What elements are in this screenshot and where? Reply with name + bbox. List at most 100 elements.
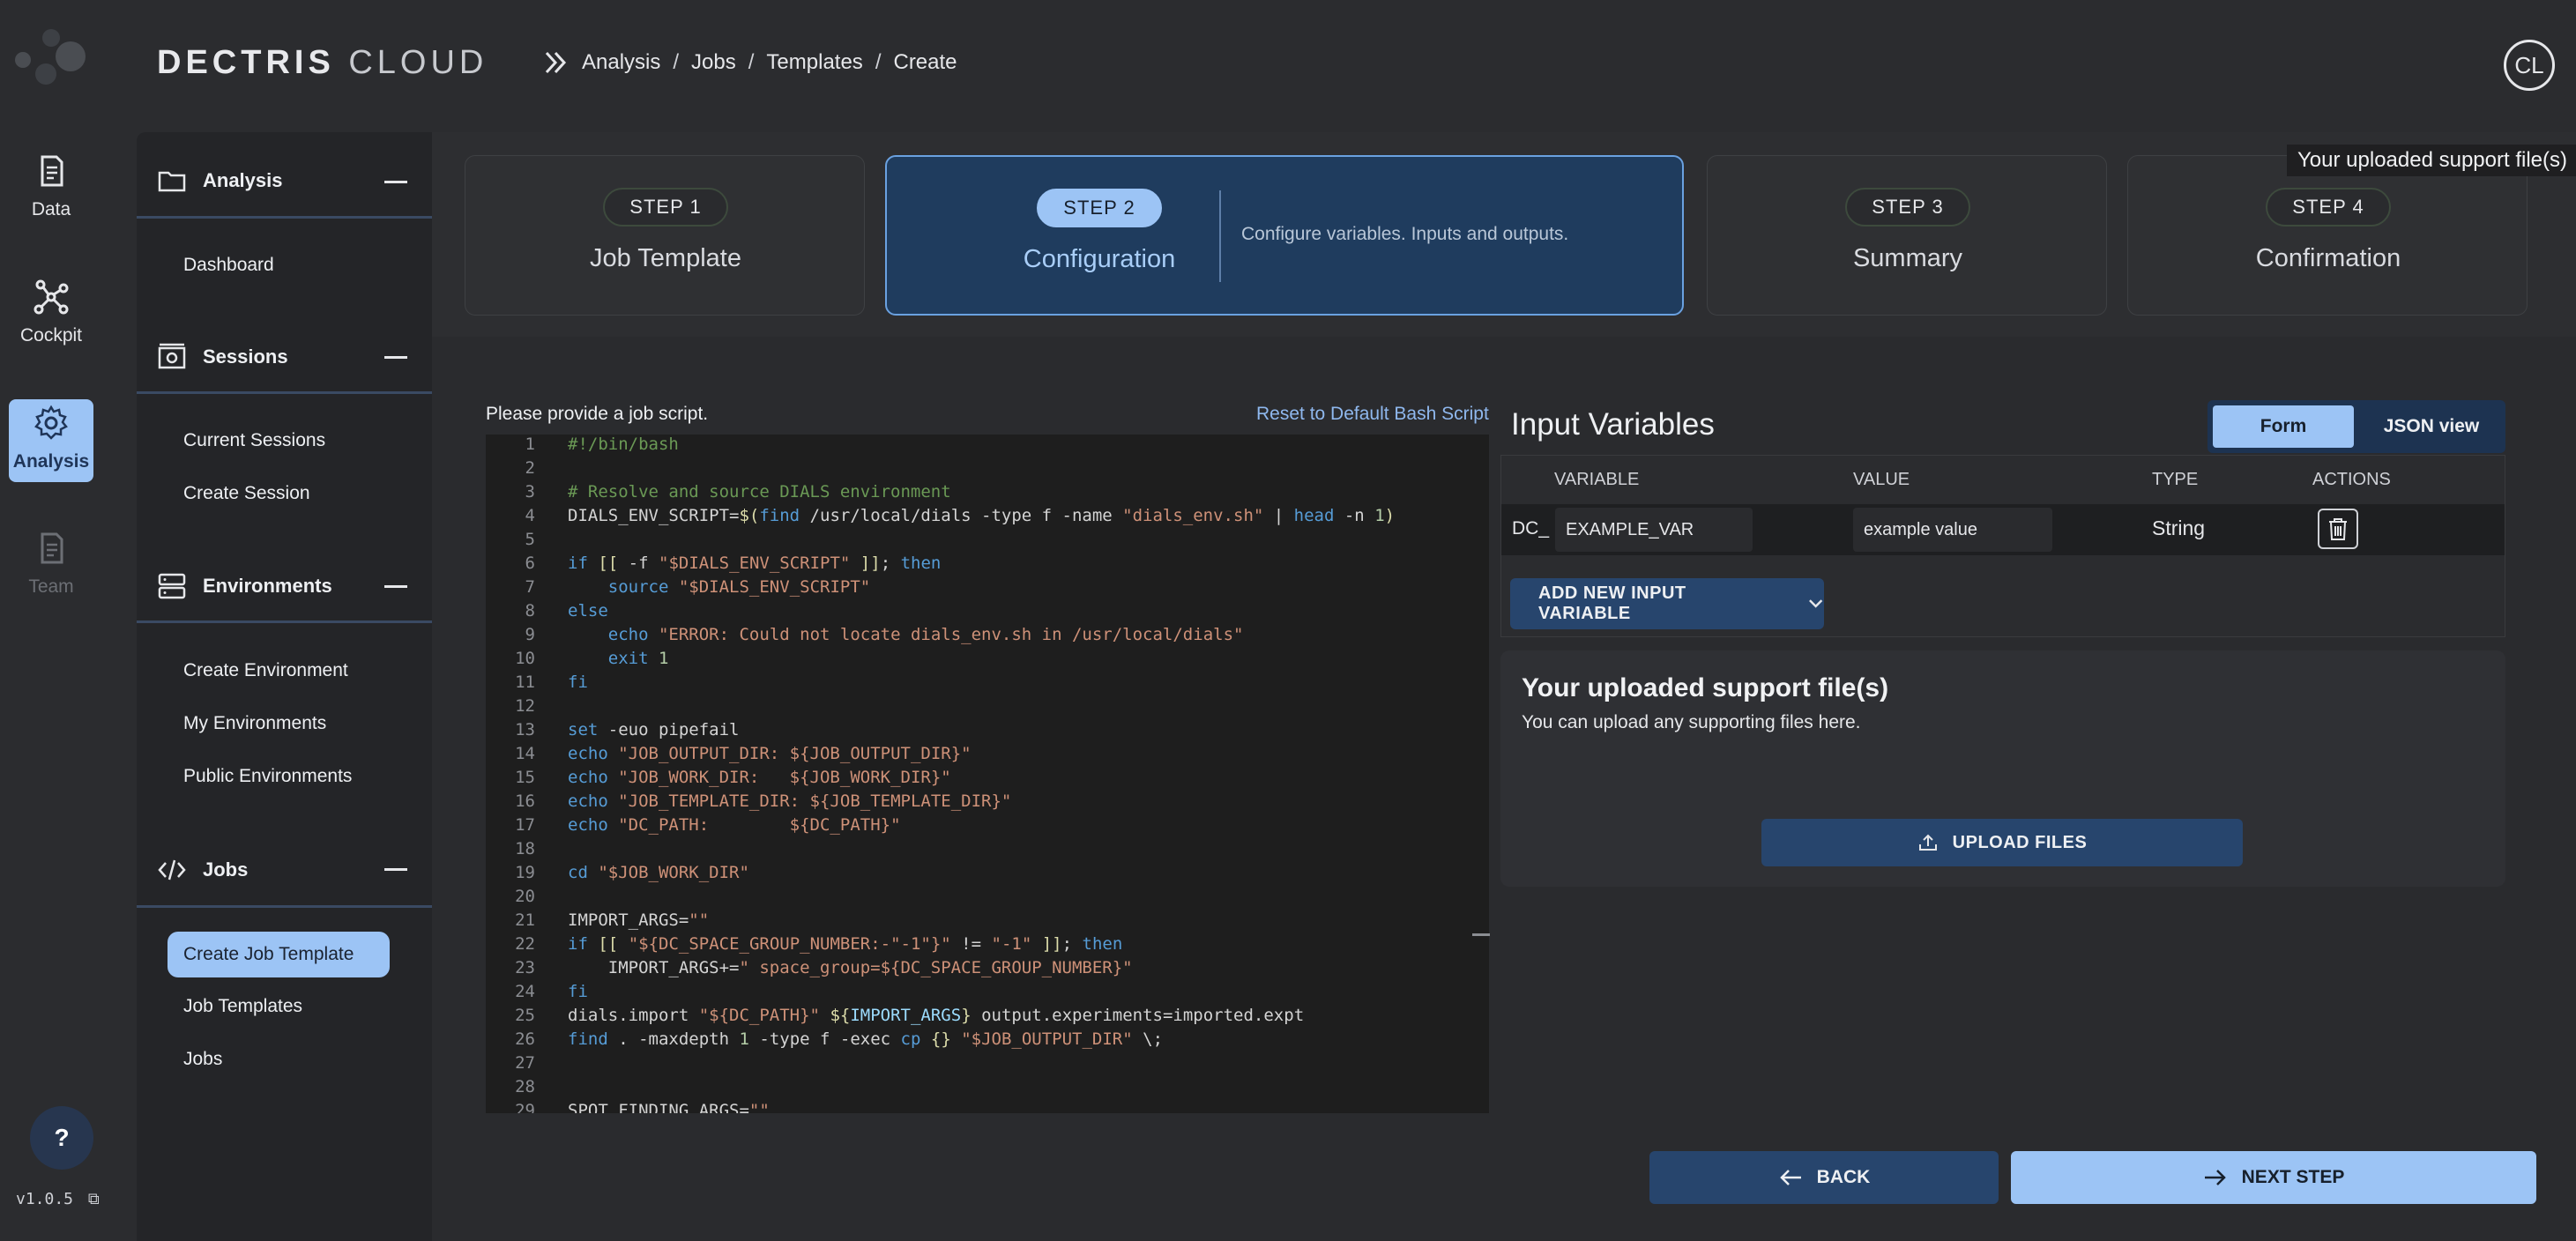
column-header-value: VALUE (1853, 470, 1910, 489)
breadcrumb-separator: / (748, 50, 755, 74)
variable-value-input[interactable]: example value (1853, 508, 2052, 552)
breadcrumb: Analysis / Jobs / Templates / Create (543, 49, 957, 76)
sidebar-item-create-job-template[interactable]: Create Job Template (168, 932, 390, 977)
rail-item-team[interactable]: Team (9, 529, 93, 598)
upload-subtitle: You can upload any supporting files here… (1522, 712, 1861, 732)
line-number: 4 (525, 506, 535, 525)
sidebar-section-sessions[interactable]: Sessions (157, 342, 288, 372)
form-view-button[interactable]: Form (2213, 405, 2354, 448)
brand-bold: DECTRIS (157, 44, 335, 81)
code-line: 11 fi (486, 673, 1473, 696)
back-label: BACK (1816, 1167, 1871, 1187)
json-view-button[interactable]: JSON view (2363, 405, 2500, 448)
code-line: 25 dials.import "${DC_PATH}" ${IMPORT_ARG… (486, 1006, 1473, 1029)
next-step-button[interactable]: NEXT STEP (2011, 1151, 2536, 1204)
code-line: 20 (486, 887, 1473, 910)
sidebar-section-environments[interactable]: Environments (157, 571, 332, 601)
version-label[interactable]: v1.0.5 ⧉ (16, 1190, 100, 1208)
breadcrumb-jobs[interactable]: Jobs (691, 50, 736, 75)
step-title: Job Template (590, 244, 741, 272)
rail-label: Data (31, 199, 71, 219)
line-number: 8 (525, 601, 535, 620)
step-badge: STEP 1 (603, 188, 728, 227)
step-3[interactable]: STEP 3 Summary (1707, 155, 2107, 316)
breadcrumb-templates[interactable]: Templates (766, 50, 862, 75)
line-number: 21 (515, 910, 535, 930)
collapse-icon[interactable] (384, 585, 407, 588)
code-editor[interactable]: 1 #!/bin/bash 2 3 # Resolve and source DIA… (486, 435, 1489, 1113)
rail-label: Cockpit (19, 325, 83, 346)
breadcrumb-analysis[interactable]: Analysis (582, 50, 660, 75)
step-badge: STEP 3 (1845, 188, 1970, 227)
code-line: 23 IMPORT_ARGS+=" space_group=${DC_SPACE… (486, 958, 1473, 982)
rail-item-analysis[interactable]: Analysis (9, 404, 93, 472)
code-line: 29 SPOT_FINDING_ARGS="" (486, 1101, 1473, 1113)
sidebar (137, 132, 432, 1241)
code-line: 16 echo "JOB_TEMPLATE_DIR: ${JOB_TEMPLATE… (486, 791, 1473, 815)
section-title: Environments (203, 575, 332, 597)
line-number: 19 (515, 863, 535, 882)
user-avatar[interactable]: CL (2504, 40, 2555, 91)
sidebar-item-job-templates[interactable]: Job Templates (183, 996, 302, 1017)
editor-scrollbar[interactable] (1472, 933, 1490, 936)
brand-wordmark[interactable]: DECTRIS CLOUD (157, 44, 488, 82)
back-button[interactable]: BACK (1649, 1151, 1999, 1204)
step-description: Configure variables. Inputs and outputs. (1241, 224, 1569, 244)
variable-prefix: DC_ (1512, 518, 1550, 539)
sidebar-item-create-session[interactable]: Create Session (183, 483, 310, 504)
upload-files-label: UPLOAD FILES (1952, 832, 2088, 852)
line-number: 27 (515, 1053, 535, 1073)
folder-icon (158, 171, 186, 192)
section-divider (137, 905, 432, 908)
collapse-icon[interactable] (384, 356, 407, 359)
code-line: 1 #!/bin/bash (486, 435, 1473, 458)
code-line: 4 DIALS_ENV_SCRIPT=$(find /usr/local/dial… (486, 506, 1473, 530)
rail-item-data[interactable]: Data (9, 152, 93, 220)
app-logo-icon (15, 29, 86, 85)
line-number: 23 (515, 958, 535, 977)
variable-type[interactable]: String (2152, 516, 2205, 540)
sidebar-section-jobs[interactable]: Jobs (157, 855, 248, 885)
code-line: 17 echo "DC_PATH: ${DC_PATH}" (486, 815, 1473, 839)
sidebar-item-jobs[interactable]: Jobs (183, 1049, 222, 1070)
document-icon (41, 532, 63, 564)
column-header-variable: VARIABLE (1554, 470, 1640, 489)
step-2[interactable]: STEP 2 Configuration Configure variables… (885, 155, 1684, 316)
line-number: 20 (515, 887, 535, 906)
line-number: 26 (515, 1029, 535, 1049)
rail-item-cockpit[interactable]: Cockpit (9, 278, 93, 346)
version-text: v1.0.5 (16, 1190, 74, 1208)
step-title: Configuration (1023, 245, 1176, 273)
sidebar-item-public-environments[interactable]: Public Environments (183, 766, 352, 787)
step-4[interactable]: STEP 4 Confirmation (2127, 155, 2528, 316)
collapse-icon[interactable] (384, 181, 407, 183)
upload-files-button[interactable]: UPLOAD FILES (1761, 819, 2243, 866)
input-variables-title: Input Variables (1511, 407, 1715, 442)
section-title: Sessions (203, 346, 288, 368)
brand-light: CLOUD (348, 44, 488, 81)
variable-name-input[interactable]: EXAMPLE_VAR (1555, 508, 1753, 552)
code-line: 24 fi (486, 982, 1473, 1006)
code-line: 28 (486, 1077, 1473, 1101)
line-number: 9 (525, 625, 535, 644)
help-button[interactable]: ? (30, 1106, 93, 1170)
code-line: 10 exit 1 (486, 649, 1473, 673)
line-number: 12 (515, 696, 535, 716)
column-header-type: TYPE (2152, 470, 2199, 489)
reset-script-link[interactable]: Reset to Default Bash Script (1256, 404, 1489, 425)
add-input-variable-button[interactable]: ADD NEW INPUT VARIABLE (1510, 578, 1824, 629)
upload-title: Your uploaded support file(s) (1522, 673, 1889, 702)
sidebar-item-my-environments[interactable]: My Environments (183, 713, 326, 734)
camera-icon (158, 343, 186, 369)
collapse-icon[interactable] (384, 868, 407, 871)
line-number: 10 (515, 649, 535, 668)
code-icon (158, 859, 186, 881)
sidebar-item-current-sessions[interactable]: Current Sessions (183, 430, 325, 451)
sidebar-section-analysis[interactable]: Analysis (157, 166, 283, 196)
step-divider (1219, 190, 1221, 282)
code-line: 27 (486, 1053, 1473, 1077)
sidebar-item-dashboard[interactable]: Dashboard (183, 255, 274, 276)
sidebar-item-create-environment[interactable]: Create Environment (183, 660, 348, 681)
delete-variable-button[interactable] (2318, 509, 2358, 549)
step-1[interactable]: STEP 1 Job Template (465, 155, 865, 316)
